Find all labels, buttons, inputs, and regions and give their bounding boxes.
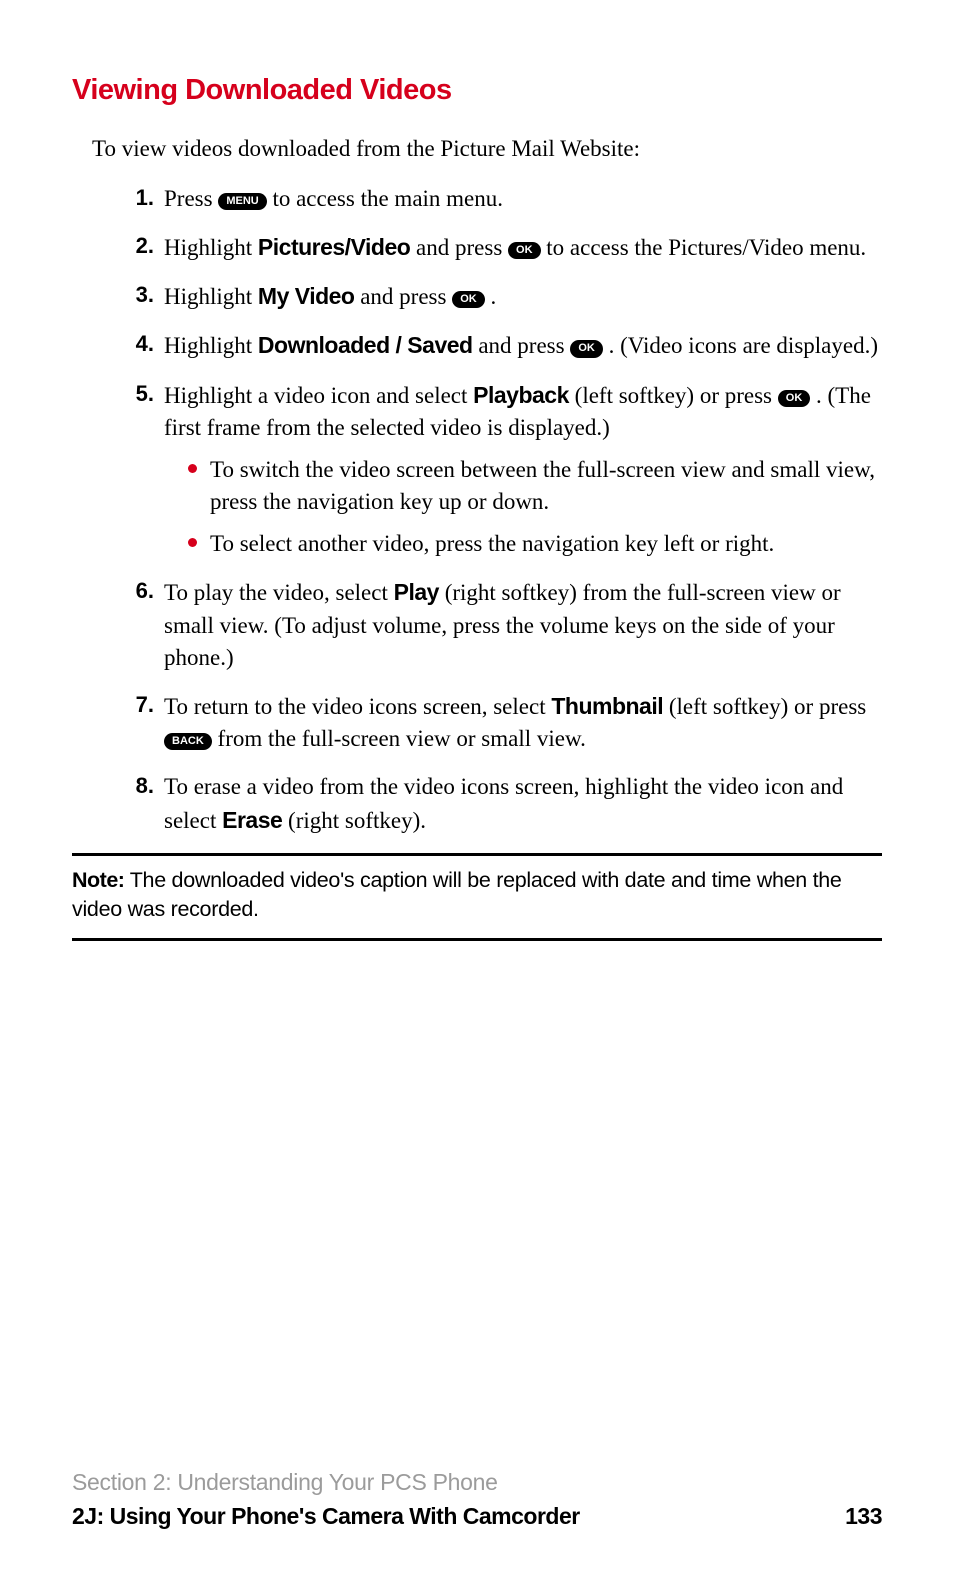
substep-text: To switch the video screen between the f… xyxy=(210,457,875,514)
step-text: Highlight xyxy=(164,284,258,309)
menu-key-icon: MENU xyxy=(218,193,266,210)
step-2: 2. Highlight Pictures/Video and press OK… xyxy=(130,231,882,264)
step-text: to access the main menu. xyxy=(267,186,503,211)
footer-chapter-label: 2J: Using Your Phone's Camera With Camco… xyxy=(72,1500,580,1532)
ok-key-icon: OK xyxy=(778,390,811,407)
step-number: 6. xyxy=(130,576,154,607)
step-text: and press xyxy=(410,235,508,260)
step-4: 4. Highlight Downloaded / Saved and pres… xyxy=(130,329,882,362)
step-3: 3. Highlight My Video and press OK . xyxy=(130,280,882,313)
intro-text: To view videos downloaded from the Pictu… xyxy=(92,133,882,165)
step-text: Highlight xyxy=(164,333,258,358)
bold-term: Downloaded / Saved xyxy=(258,332,473,358)
note-text: The downloaded video's caption will be r… xyxy=(72,868,842,921)
note-label: Note: xyxy=(72,868,124,892)
bold-term: Thumbnail xyxy=(551,693,663,719)
step-text: from the full-screen view or small view. xyxy=(212,726,586,751)
step-text: (left softkey) or press xyxy=(663,694,866,719)
step-number: 5. xyxy=(130,379,154,410)
step-5: 5. Highlight a video icon and select Pla… xyxy=(130,379,882,561)
ok-key-icon: OK xyxy=(508,242,541,259)
step-number: 7. xyxy=(130,690,154,721)
step-text: Press xyxy=(164,186,218,211)
substep-text: To select another video, press the navig… xyxy=(210,531,774,556)
bold-term: My Video xyxy=(258,283,355,309)
note-box: Note: The downloaded video's caption wil… xyxy=(72,853,882,941)
step-text: . (Video icons are displayed.) xyxy=(603,333,878,358)
footer-section-label: Section 2: Understanding Your PCS Phone xyxy=(72,1466,882,1498)
step-text: Highlight xyxy=(164,235,258,260)
step-text: To play the video, select xyxy=(164,580,394,605)
page-number: 133 xyxy=(845,1500,882,1532)
step-number: 1. xyxy=(130,183,154,214)
ok-key-icon: OK xyxy=(570,340,603,357)
steps-list: 1. Press MENU to access the main menu. 2… xyxy=(130,183,882,837)
step-text: . xyxy=(485,284,497,309)
step-text: To return to the video icons screen, sel… xyxy=(164,694,551,719)
step-1: 1. Press MENU to access the main menu. xyxy=(130,183,882,215)
step-number: 4. xyxy=(130,329,154,360)
substep: To switch the video screen between the f… xyxy=(188,454,882,518)
section-heading: Viewing Downloaded Videos xyxy=(72,70,882,111)
step-number: 3. xyxy=(130,280,154,311)
ok-key-icon: OK xyxy=(452,291,485,308)
bold-term: Playback xyxy=(473,382,569,408)
step-number: 2. xyxy=(130,231,154,262)
page-footer: Section 2: Understanding Your PCS Phone … xyxy=(72,1466,882,1532)
bold-term: Erase xyxy=(222,807,282,833)
bold-term: Pictures/Video xyxy=(258,234,410,260)
step-text: (right softkey). xyxy=(282,808,426,833)
step-text: (left softkey) or press xyxy=(569,383,778,408)
substep: To select another video, press the navig… xyxy=(188,528,882,560)
step-text: and press xyxy=(473,333,571,358)
step-7: 7. To return to the video icons screen, … xyxy=(130,690,882,755)
step-6: 6. To play the video, select Play (right… xyxy=(130,576,882,674)
step-text: to access the Pictures/Video menu. xyxy=(541,235,867,260)
substep-list: To switch the video screen between the f… xyxy=(188,454,882,561)
step-text: and press xyxy=(354,284,452,309)
step-8: 8. To erase a video from the video icons… xyxy=(130,771,882,836)
bold-term: Play xyxy=(394,579,439,605)
back-key-icon: BACK xyxy=(164,733,212,750)
step-number: 8. xyxy=(130,771,154,802)
step-text: Highlight a video icon and select xyxy=(164,383,473,408)
